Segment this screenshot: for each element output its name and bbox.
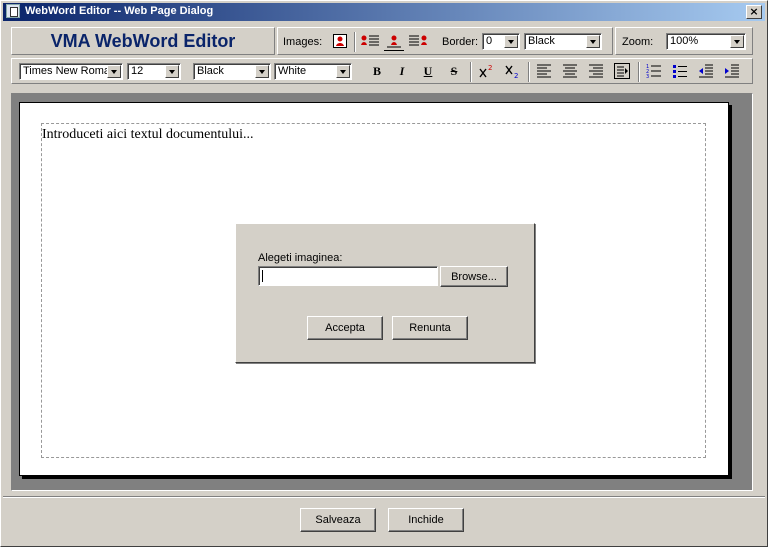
zoom-label: Zoom: (622, 36, 654, 48)
accept-button[interactable]: Accepta (307, 316, 383, 340)
window-title: WebWord Editor -- Web Page Dialog (25, 5, 214, 17)
toolbar-row-2: Times New Roman 12 Black White B I U S 2… (11, 58, 753, 84)
outdent-icon[interactable] (696, 61, 716, 81)
border-width-select[interactable]: 0 (482, 33, 520, 50)
editor-brand: VMA WebWord Editor (11, 27, 275, 55)
numbered-list-icon[interactable]: 123 (644, 61, 664, 81)
image-align-right-icon[interactable] (408, 31, 428, 51)
align-right-icon[interactable] (586, 61, 606, 81)
bullet-list-icon[interactable] (670, 61, 690, 81)
browse-button[interactable]: Browse... (440, 266, 508, 287)
dialog-window: WebWord Editor -- Web Page Dialog × VMA … (0, 0, 768, 547)
justify-icon[interactable] (612, 61, 632, 81)
choose-image-label: Alegeti imaginea: (258, 252, 343, 264)
subscript-icon[interactable]: 2 (502, 61, 522, 81)
title-bar: WebWord Editor -- Web Page Dialog × (3, 3, 765, 21)
superscript-icon[interactable]: 2 (476, 61, 496, 81)
chevron-down-icon[interactable] (336, 65, 350, 78)
font-family-select[interactable]: Times New Roman (19, 63, 123, 80)
toolbar-separator (638, 62, 640, 82)
indent-icon[interactable] (722, 61, 742, 81)
insert-image-dialog: Alegeti imaginea: Browse... Accepta Renu… (235, 223, 535, 363)
background-color-select[interactable]: White (274, 63, 352, 80)
font-color-select[interactable]: Black (193, 63, 271, 80)
chevron-down-icon[interactable] (730, 35, 744, 48)
toolbar-separator (354, 32, 356, 52)
border-color-select[interactable]: Black (524, 33, 602, 50)
svg-text:3: 3 (646, 74, 649, 79)
image-path-input[interactable] (258, 266, 438, 286)
chevron-down-icon[interactable] (504, 35, 518, 48)
toolbar-row-1: VMA WebWord Editor Images: Border: 0 Bla… (11, 27, 753, 55)
image-align-center-icon[interactable] (384, 31, 404, 51)
chevron-down-icon[interactable] (255, 65, 269, 78)
chevron-down-icon[interactable] (586, 35, 600, 48)
align-center-icon[interactable] (560, 61, 580, 81)
image-toolbar-group: Images: Border: 0 Black (277, 27, 613, 55)
window-close-button[interactable]: × (746, 5, 762, 19)
insert-image-icon[interactable] (330, 31, 350, 51)
underline-button[interactable]: U (418, 61, 438, 81)
close-button[interactable]: Inchide (388, 508, 464, 532)
font-size-select[interactable]: 12 (127, 63, 181, 80)
toolbar-separator (470, 62, 472, 82)
toolbar-separator (528, 62, 530, 82)
strikethrough-button[interactable]: S (444, 61, 464, 81)
zoom-select[interactable]: 100% (666, 33, 746, 50)
italic-button[interactable]: I (392, 61, 412, 81)
save-button[interactable]: Salveaza (300, 508, 376, 532)
bold-button[interactable]: B (367, 61, 387, 81)
zoom-toolbar-group: Zoom: 100% (615, 27, 753, 55)
border-label: Border: (442, 36, 479, 48)
chevron-down-icon[interactable] (165, 65, 179, 78)
align-left-icon[interactable] (534, 61, 554, 81)
footer-divider (3, 496, 765, 498)
chevron-down-icon[interactable] (107, 65, 121, 78)
svg-text:2: 2 (488, 64, 492, 72)
document-text[interactable]: Introduceti aici textul documentului... (42, 127, 254, 143)
svg-text:2: 2 (514, 72, 518, 79)
images-label: Images: (283, 36, 323, 48)
image-align-left-icon[interactable] (360, 31, 380, 51)
ie-app-icon (6, 4, 20, 18)
cancel-button[interactable]: Renunta (392, 316, 468, 340)
